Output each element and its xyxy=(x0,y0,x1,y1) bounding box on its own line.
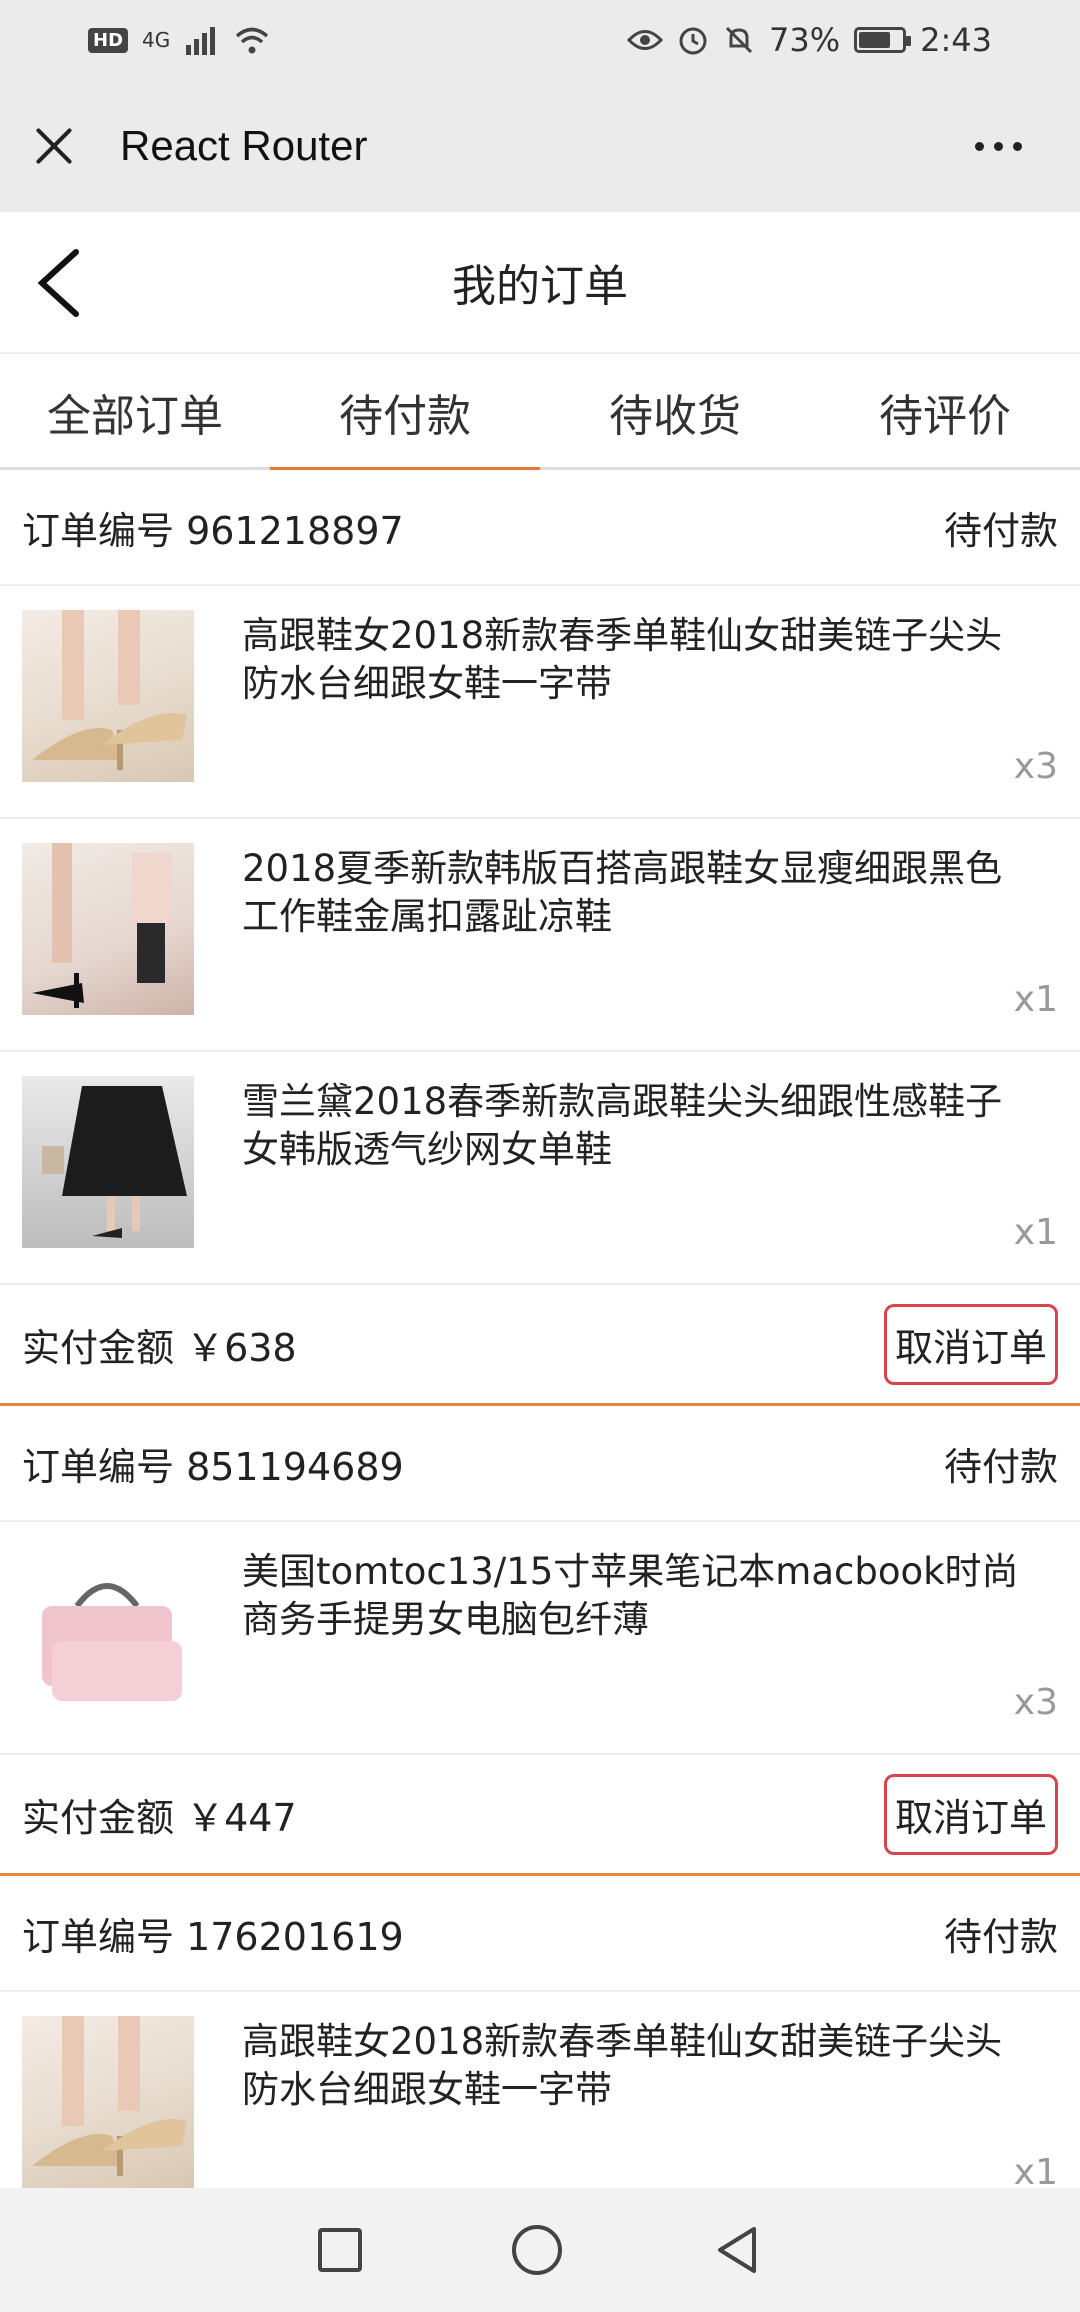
order-number: 订单编号 176201619 xyxy=(22,1914,404,1959)
order-item[interactable]: 美国tomtoc13/15寸苹果笔记本macbook时尚商务手提男女电脑包纤薄 … xyxy=(0,1522,1080,1755)
page-header: 我的订单 xyxy=(0,212,1080,354)
page-title: 我的订单 xyxy=(452,261,628,312)
signal-icon xyxy=(186,27,216,55)
mesh-heels-image xyxy=(22,1076,194,1248)
black-sandals-image xyxy=(22,843,194,1015)
system-nav-bar xyxy=(0,2188,1080,2312)
tab-label: 待付款 xyxy=(339,390,471,442)
nav-back-icon[interactable] xyxy=(712,2225,762,2275)
back-arrow-icon[interactable] xyxy=(32,248,92,318)
pink-laptop-bag-image xyxy=(22,1546,194,1718)
order-item[interactable]: 2018夏季新款韩版百搭高跟鞋女显瘦细跟黑色工作鞋金属扣露趾凉鞋 x1 xyxy=(0,819,1080,1052)
order-item[interactable]: 高跟鞋女2018新款春季单鞋仙女甜美链子尖头防水台细跟女鞋一字带 x3 xyxy=(0,586,1080,819)
clock: 2:43 xyxy=(920,21,992,59)
order-header: 订单编号 961218897 待付款 xyxy=(0,470,1080,586)
cancel-order-button[interactable]: 取消订单 xyxy=(883,1303,1058,1385)
battery-icon xyxy=(854,27,912,53)
network-type: 4G xyxy=(142,28,171,52)
more-options-icon[interactable] xyxy=(975,141,1022,151)
order-status: 待付款 xyxy=(943,1914,1058,1959)
close-icon[interactable] xyxy=(30,122,78,170)
tab-label: 全部订单 xyxy=(47,390,223,442)
browser-title: React Router xyxy=(120,122,368,169)
hd-badge: HD xyxy=(88,27,129,53)
order-footer: 实付金额 ￥638 取消订单 xyxy=(0,1285,1080,1403)
tab-all-orders[interactable]: 全部订单 xyxy=(0,356,270,467)
beige-heels-image xyxy=(22,2016,194,2188)
order-total: 实付金额 ￥447 xyxy=(22,1795,297,1840)
tab-pending-review[interactable]: 待评价 xyxy=(810,356,1080,467)
order-number: 订单编号 851194689 xyxy=(22,1444,404,1489)
eye-icon xyxy=(627,30,664,50)
order-number: 订单编号 961218897 xyxy=(22,508,404,553)
item-name: 高跟鞋女2018新款春季单鞋仙女甜美链子尖头防水台细跟女鞋一字带 xyxy=(242,614,1003,705)
tab-label: 待评价 xyxy=(879,390,1011,442)
browser-bar: React Router xyxy=(0,80,1080,212)
order-card: 订单编号 851194689 待付款 美国tomtoc13/15寸苹果笔记本ma… xyxy=(0,1406,1080,1876)
item-name: 美国tomtoc13/15寸苹果笔记本macbook时尚商务手提男女电脑包纤薄 xyxy=(242,1550,1019,1641)
order-card: 订单编号 176201619 待付款 高跟鞋女2018新款春季单鞋仙女甜美链子尖… xyxy=(0,1876,1080,2225)
mute-bell-icon xyxy=(725,26,753,54)
order-total: 实付金额 ￥638 xyxy=(22,1325,297,1370)
item-quantity: x1 xyxy=(1013,1212,1058,1253)
alarm-icon xyxy=(679,27,707,55)
order-list: 订单编号 961218897 待付款 高跟鞋女2018新款春季单鞋仙女甜美链子尖… xyxy=(0,470,1080,2225)
item-quantity: x3 xyxy=(1013,746,1058,787)
order-footer: 实付金额 ￥447 取消订单 xyxy=(0,1755,1080,1873)
cancel-order-button[interactable]: 取消订单 xyxy=(883,1773,1058,1855)
order-tabs: 全部订单 待付款 待收货 待评价 xyxy=(0,356,1080,470)
order-header: 订单编号 176201619 待付款 xyxy=(0,1876,1080,1992)
home-icon[interactable] xyxy=(512,2225,562,2275)
order-card: 订单编号 961218897 待付款 高跟鞋女2018新款春季单鞋仙女甜美链子尖… xyxy=(0,470,1080,1406)
item-name: 2018夏季新款韩版百搭高跟鞋女显瘦细跟黑色工作鞋金属扣露趾凉鞋 xyxy=(242,847,1003,938)
order-item[interactable]: 雪兰黛2018春季新款高跟鞋尖头细跟性感鞋子女韩版透气纱网女单鞋 x1 xyxy=(0,1052,1080,1285)
order-status: 待付款 xyxy=(943,508,1058,553)
item-quantity: x1 xyxy=(1013,979,1058,1020)
tab-pending-receipt[interactable]: 待收货 xyxy=(540,356,810,467)
battery-percent: 73% xyxy=(769,21,841,59)
order-status: 待付款 xyxy=(943,1444,1058,1489)
item-quantity: x1 xyxy=(1013,2152,1058,2193)
status-bar-left: HD 4G xyxy=(88,25,270,55)
status-bar-right: 73% 2:43 xyxy=(627,21,992,59)
item-quantity: x3 xyxy=(1013,1682,1058,1723)
order-header: 订单编号 851194689 待付款 xyxy=(0,1406,1080,1522)
wifi-icon xyxy=(236,27,269,54)
tab-pending-payment[interactable]: 待付款 xyxy=(270,356,540,470)
status-bar: HD 4G 73% 2:43 xyxy=(0,0,1080,80)
beige-heels-image xyxy=(22,610,194,782)
item-name: 雪兰黛2018春季新款高跟鞋尖头细跟性感鞋子女韩版透气纱网女单鞋 xyxy=(242,1080,1003,1171)
tab-label: 待收货 xyxy=(609,390,741,442)
recent-apps-icon[interactable] xyxy=(318,2228,362,2272)
